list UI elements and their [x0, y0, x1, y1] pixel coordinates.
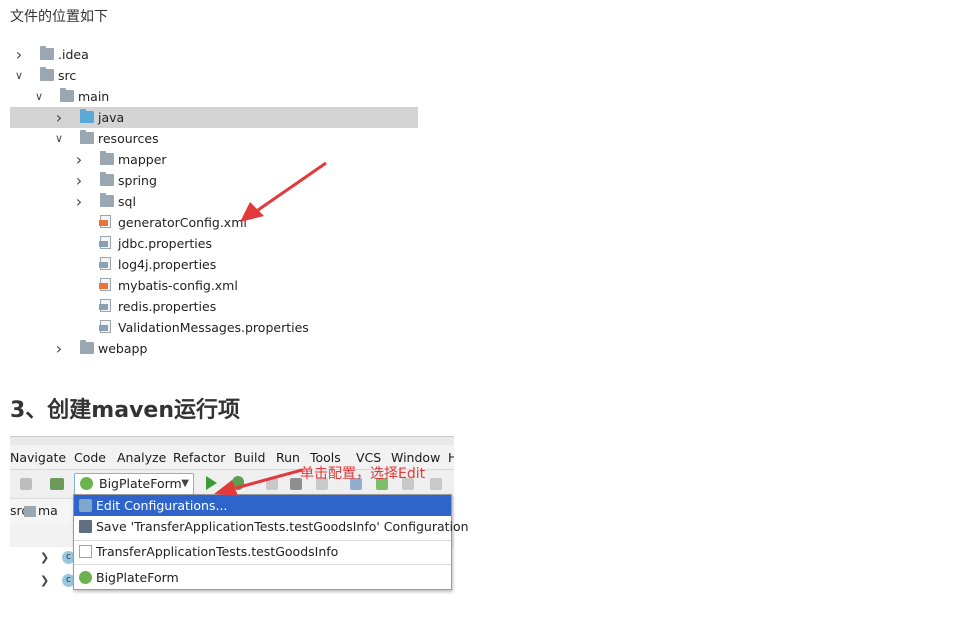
chevron-right-icon[interactable]: ›	[52, 107, 66, 128]
menu-build[interactable]: Build	[234, 450, 265, 465]
tree-item[interactable]: › .idea	[10, 44, 418, 65]
dropdown-item-label: Edit Configurations...	[96, 498, 228, 513]
tree-item-label: redis.properties	[118, 299, 217, 314]
folder-icon	[40, 67, 54, 81]
chevron-right-icon[interactable]: ›	[72, 149, 86, 170]
folder-icon	[24, 506, 36, 517]
window-title-strip	[10, 437, 454, 445]
save-icon	[79, 520, 92, 533]
properties-file-icon	[99, 320, 111, 333]
xml-file-icon	[99, 278, 111, 291]
run-config-selector[interactable]: BigPlateForm ▼	[74, 473, 194, 495]
tree-item[interactable]: ∨ resources	[10, 128, 418, 149]
bigplateform-configuration-item[interactable]: BigPlateForm	[74, 567, 451, 588]
tree-item[interactable]: log4j.properties	[10, 254, 418, 275]
section-heading: 3、创建maven运行项	[10, 398, 241, 423]
properties-file-icon	[99, 257, 111, 270]
tree-item-label: src	[58, 68, 77, 83]
debug-icon[interactable]	[232, 476, 244, 490]
intro-text: 文件的位置如下	[10, 9, 108, 25]
save-configuration-item[interactable]: Save 'TransferApplicationTests.testGoods…	[74, 516, 469, 537]
breadcrumb-main[interactable]: ma	[38, 503, 58, 518]
tree-item[interactable]: › spring	[10, 170, 418, 191]
xml-file-icon	[99, 215, 111, 228]
chevron-down-icon[interactable]: ∨	[12, 65, 26, 86]
menu-code[interactable]: Code	[74, 450, 106, 465]
project-tree: › .idea ∨ src ∨ main › java ∨ resources › mapper › sp…	[10, 44, 418, 359]
tree-item-label: jdbc.properties	[118, 236, 212, 251]
forward-arrow-icon[interactable]	[20, 478, 32, 490]
sort-icon[interactable]	[50, 478, 64, 490]
divider	[74, 564, 451, 565]
tree-item-label: webapp	[98, 341, 148, 356]
chevron-right-icon[interactable]: ›	[12, 44, 26, 65]
tree-item[interactable]: mybatis-config.xml	[10, 275, 418, 296]
tree-item-label: sql	[118, 194, 136, 209]
folder-icon	[60, 88, 74, 102]
menu-refactor[interactable]: Refactor	[173, 450, 225, 465]
run-with-coverage-icon[interactable]	[266, 478, 278, 490]
expand-chevron-icon[interactable]: ❯	[40, 574, 49, 587]
tree-item-label: spring	[118, 173, 157, 188]
folder-icon	[100, 151, 114, 165]
folder-icon	[100, 172, 114, 186]
chevron-down-icon: ▼	[181, 478, 189, 489]
chevron-right-icon[interactable]: ›	[72, 191, 86, 212]
web-folder-icon	[80, 340, 94, 354]
tree-item-label: mapper	[118, 152, 167, 167]
tree-item-label: resources	[98, 131, 159, 146]
tree-item[interactable]: ∨ src	[10, 65, 418, 86]
edit-config-icon	[79, 499, 92, 512]
run-config-dropdown: Edit Configurations... Save 'TransferApp…	[73, 494, 469, 590]
tree-item-label: main	[78, 89, 110, 104]
tree-item[interactable]: › sql	[10, 191, 418, 212]
spring-boot-icon	[79, 571, 92, 584]
properties-file-icon	[99, 236, 111, 249]
annotation-text: 单击配置，选择Edit	[300, 466, 426, 482]
dropdown-item-label: TransferApplicationTests.testGoodsInfo	[96, 544, 339, 559]
tree-item[interactable]: redis.properties	[10, 296, 418, 317]
chevron-right-icon[interactable]: ›	[52, 338, 66, 359]
edit-configurations-item[interactable]: Edit Configurations...	[74, 495, 451, 516]
dropdown-item-label: BigPlateForm	[96, 570, 179, 585]
menu-analyze[interactable]: Analyze	[117, 450, 166, 465]
chevron-right-icon[interactable]: ›	[72, 170, 86, 191]
tree-item-label: generatorConfig.xml	[118, 215, 247, 230]
tree-item[interactable]: › webapp	[10, 338, 418, 359]
tree-item[interactable]: jdbc.properties	[10, 233, 418, 254]
tree-item-label: java	[98, 110, 125, 125]
revert-icon[interactable]	[430, 478, 442, 490]
tree-item-label: .idea	[58, 47, 89, 62]
menu-run[interactable]: Run	[276, 450, 300, 465]
spring-boot-icon	[80, 477, 93, 490]
tree-item-label: ValidationMessages.properties	[118, 320, 309, 335]
run-config-label: BigPlateForm	[99, 476, 182, 491]
test-configuration-item[interactable]: TransferApplicationTests.testGoodsInfo	[74, 541, 451, 562]
properties-file-icon	[99, 299, 111, 312]
tree-item[interactable]: › java	[10, 107, 418, 128]
expand-chevron-icon[interactable]: ❯	[40, 551, 49, 564]
menu-navigate[interactable]: Navigate	[10, 450, 66, 465]
dropdown-item-label: Save 'TransferApplicationTests.testGoods…	[96, 519, 469, 534]
tree-item-label: log4j.properties	[118, 257, 217, 272]
tree-item[interactable]: generatorConfig.xml	[10, 212, 418, 233]
test-icon	[79, 545, 92, 558]
tree-item[interactable]: › mapper	[10, 149, 418, 170]
chevron-down-icon[interactable]: ∨	[52, 128, 66, 149]
menu-help[interactable]: H	[448, 450, 454, 465]
resources-folder-icon	[80, 130, 94, 144]
tree-item[interactable]: ∨ main	[10, 86, 418, 107]
chevron-down-icon[interactable]: ∨	[32, 86, 46, 107]
run-icon[interactable]	[206, 476, 217, 490]
folder-icon	[40, 46, 54, 60]
tree-item-label: mybatis-config.xml	[118, 278, 238, 293]
source-folder-icon	[80, 109, 94, 123]
folder-icon	[100, 193, 114, 207]
tree-item[interactable]: ValidationMessages.properties	[10, 317, 418, 338]
